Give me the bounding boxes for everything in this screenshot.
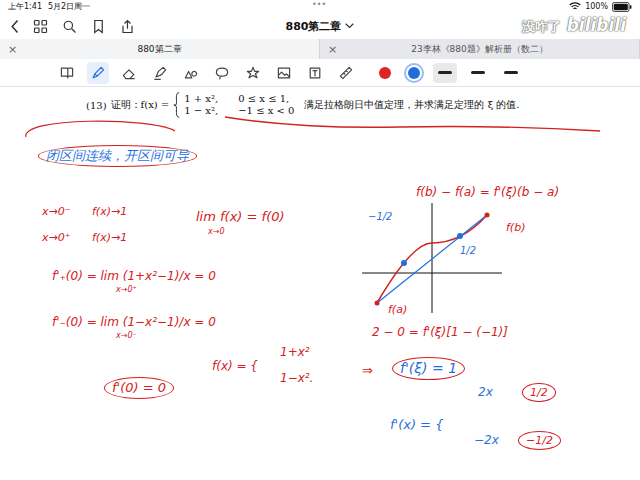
tab-close-button[interactable]: ×: [328, 43, 340, 56]
highlighter-icon: [152, 65, 168, 81]
handwritten-note: f'(x) = {: [390, 417, 443, 433]
battery-icon: [612, 2, 632, 12]
color-swatch[interactable]: [375, 63, 395, 83]
handwritten-note: 2x: [478, 385, 493, 399]
color-swatch[interactable]: [404, 63, 424, 83]
note-page[interactable]: (13)证明：f(x) =1 + x²,0 ≤ x ≤ 1,1 − x²,−1 …: [0, 87, 640, 480]
handwritten-note: x→0: [208, 227, 225, 237]
handwritten-note: x→0⁻: [116, 331, 137, 341]
handwritten-note: 1−x².: [280, 371, 313, 385]
problem-statement: (13)证明：f(x) =1 + x²,0 ≤ x ≤ 1,1 − x²,−1 …: [0, 87, 640, 119]
star-tool[interactable]: [242, 62, 264, 84]
handwritten-note: −1/2: [518, 431, 561, 450]
handwritten-note: 1/2: [522, 383, 556, 402]
toolbar: [0, 59, 640, 87]
eraser-tool[interactable]: [118, 62, 140, 84]
handwritten-note: f'(ξ) = 1: [392, 357, 465, 380]
status-time: 上午1:41: [8, 1, 42, 12]
ipad-screen: 上午1:415月2日周一•••100%880第二章没咋了bilibili×880…: [0, 0, 640, 480]
pen-icon: [90, 65, 106, 81]
back-icon[interactable]: [10, 19, 19, 34]
book-tool[interactable]: [56, 62, 78, 84]
handwritten-note: f(x)→1: [92, 205, 127, 218]
text-tool[interactable]: [304, 62, 326, 84]
handwritten-note: f(b) − f(a) = f'(ξ)(b − a): [416, 185, 559, 199]
handwritten-note: 2 − 0 = f'(ξ)[1 − (−1)]: [372, 325, 508, 339]
handwritten-note: −1/2: [368, 211, 392, 223]
handwritten-note: x→0⁻: [42, 205, 71, 218]
handwritten-note: f'₊(0) = lim (1+x²−1)/x = 0: [52, 269, 216, 283]
handwritten-note: x→0⁺: [42, 231, 71, 244]
document-title[interactable]: 880第二章: [210, 19, 430, 34]
document-tab[interactable]: ×23李林《880题》解析册（数二）: [320, 39, 640, 59]
tab-bar: ×880第二章×23李林《880题》解析册（数二）: [0, 39, 640, 59]
stroke-width-option[interactable]: [466, 63, 490, 83]
handwritten-note: x→0⁺: [116, 285, 137, 295]
handwritten-note: f(x)→1: [92, 231, 127, 244]
grid-icon[interactable]: [33, 19, 48, 34]
eraser-icon: [121, 65, 137, 81]
handwritten-note: ⇒: [362, 363, 373, 379]
tab-close-button[interactable]: ×: [8, 43, 20, 56]
handwritten-note: f'(0) = 0: [104, 377, 174, 399]
battery-percent: 100%: [585, 2, 608, 11]
handwritten-note: f(a): [388, 303, 407, 316]
shapes-icon: [183, 65, 199, 81]
document-tab[interactable]: ×880第二章: [0, 39, 320, 59]
stroke-width-option[interactable]: [499, 63, 523, 83]
handwritten-note: 1+x²: [280, 345, 310, 359]
handwritten-note: 1/2: [460, 245, 476, 257]
bookmark-icon[interactable]: [91, 19, 106, 34]
multitask-dots[interactable]: •••: [312, 0, 326, 9]
star-icon: [245, 65, 261, 81]
pen-tool[interactable]: [87, 62, 109, 84]
text-icon: [307, 65, 323, 81]
ruler-tool[interactable]: [335, 62, 357, 84]
stroke-width-option[interactable]: [433, 63, 457, 83]
search-icon[interactable]: [62, 19, 77, 34]
handwritten-note: lim f(x) = f(0): [196, 209, 285, 225]
handwritten-note: f'₋(0) = lim (1−x²−1)/x = 0: [52, 315, 216, 329]
handwritten-note: 闭区间连续，开区间可导: [38, 145, 197, 167]
handwritten-note: f(x) = {: [212, 359, 258, 373]
handwritten-note: −2x: [474, 433, 499, 447]
share-icon[interactable]: [120, 19, 135, 34]
status-bar: 上午1:41 5月2日周一 ••• 100%: [0, 0, 640, 13]
status-date: 5月2日周一: [48, 1, 90, 12]
shapes-tool[interactable]: [180, 62, 202, 84]
lasso-icon: [214, 65, 230, 81]
brace-icon: [173, 91, 180, 119]
nav-bar: 880第二章 没咋了bilibili: [0, 13, 640, 39]
wifi-icon: [569, 2, 581, 11]
image-tool[interactable]: [273, 62, 295, 84]
ruler-icon: [338, 65, 354, 81]
image-icon: [276, 65, 292, 81]
highlighter-tool[interactable]: [149, 62, 171, 84]
chevron-down-icon: [345, 23, 354, 29]
watermark: 没咋了bilibili: [522, 15, 626, 36]
lasso-tool[interactable]: [211, 62, 233, 84]
book-icon: [59, 65, 75, 81]
handwritten-note: f(b): [506, 221, 525, 234]
